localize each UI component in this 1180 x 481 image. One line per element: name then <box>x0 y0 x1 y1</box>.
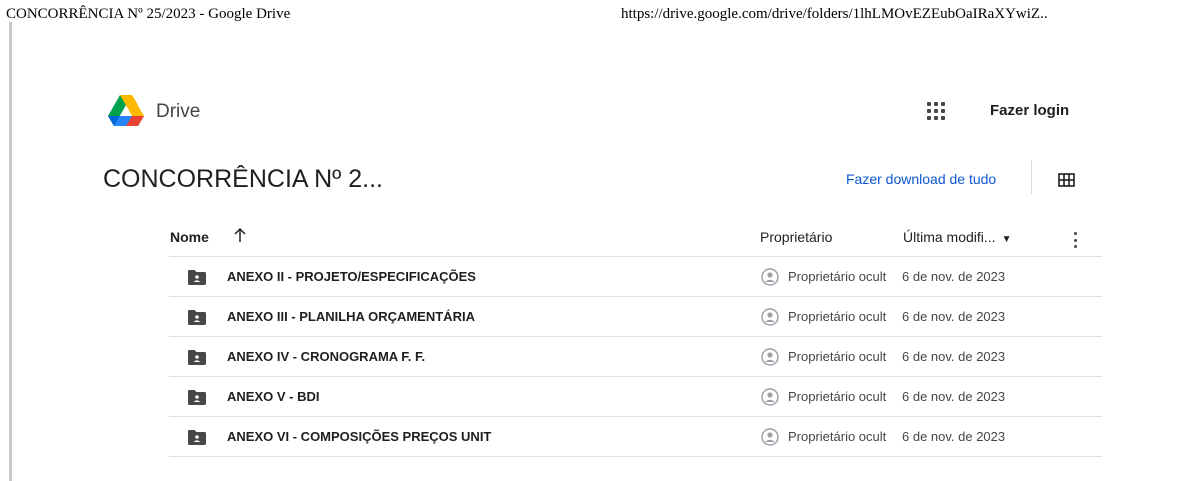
owner-text: Proprietário ocult <box>788 389 887 404</box>
column-header-name[interactable]: Nome <box>170 229 209 245</box>
grid-view-icon[interactable] <box>1058 173 1075 187</box>
avatar-icon <box>761 388 779 406</box>
left-margin-rule <box>9 22 12 481</box>
shared-folder-icon <box>188 270 206 285</box>
owner-text: Proprietário ocult <box>788 309 887 324</box>
download-all-button[interactable]: Fazer download de tudo <box>846 171 996 187</box>
avatar-icon <box>761 428 779 446</box>
column-header-owner[interactable]: Proprietário <box>760 229 832 245</box>
table-row[interactable]: ANEXO IV - CRONOGRAMA F. F. Proprietário… <box>169 337 1102 377</box>
more-options-icon[interactable] <box>1068 232 1082 248</box>
print-header: CONCORRÊNCIA Nº 25/2023 - Google Drive h… <box>0 6 1180 28</box>
table-row[interactable]: ANEXO II - PROJETO/ESPECIFICAÇÕES Propri… <box>169 257 1102 297</box>
file-name: ANEXO V - BDI <box>227 389 320 404</box>
file-name: ANEXO II - PROJETO/ESPECIFICAÇÕES <box>227 269 476 284</box>
modified-date: 6 de nov. de 2023 <box>902 269 1006 284</box>
toolbar-divider <box>1031 160 1032 194</box>
shared-folder-icon <box>188 310 206 325</box>
folder-title: CONCORRÊNCIA Nº 2... <box>103 165 384 193</box>
owner-text: Proprietário ocult <box>788 349 887 364</box>
file-name: ANEXO III - PLANILHA ORÇAMENTÁRIA <box>227 309 475 324</box>
owner-text: Proprietário ocult <box>788 429 887 444</box>
shared-folder-icon <box>188 390 206 405</box>
shared-folder-icon <box>188 430 206 445</box>
drive-logo-icon[interactable] <box>108 95 144 127</box>
modified-date: 6 de nov. de 2023 <box>902 389 1006 404</box>
modified-date: 6 de nov. de 2023 <box>902 429 1006 444</box>
print-page-url: https://drive.google.com/drive/folders/1… <box>621 6 1048 22</box>
table-row[interactable]: ANEXO V - BDI Proprietário ocult 6 de no… <box>169 377 1102 417</box>
sort-ascending-icon[interactable] <box>233 227 247 243</box>
file-name: ANEXO VI - COMPOSIÇÕES PREÇOS UNIT <box>227 429 492 444</box>
file-name: ANEXO IV - CRONOGRAMA F. F. <box>227 349 426 364</box>
print-page-title: CONCORRÊNCIA Nº 25/2023 - Google Drive <box>6 6 291 22</box>
login-button[interactable]: Fazer login <box>990 102 1069 119</box>
avatar-icon <box>761 308 779 326</box>
table-row[interactable]: ANEXO III - PLANILHA ORÇAMENTÁRIA Propri… <box>169 297 1102 337</box>
file-list: ANEXO II - PROJETO/ESPECIFICAÇÕES Propri… <box>169 256 1102 457</box>
modified-date: 6 de nov. de 2023 <box>902 309 1006 324</box>
modified-date: 6 de nov. de 2023 <box>902 349 1006 364</box>
column-header-modified-label: Última modifi... <box>903 229 996 245</box>
owner-text: Proprietário ocult <box>788 269 887 284</box>
shared-folder-icon <box>188 350 206 365</box>
avatar-icon <box>761 268 779 286</box>
table-row[interactable]: ANEXO VI - COMPOSIÇÕES PREÇOS UNIT Propr… <box>169 417 1102 457</box>
avatar-icon <box>761 348 779 366</box>
drive-app-name: Drive <box>156 101 201 122</box>
caret-down-icon: ▼ <box>1001 234 1012 245</box>
column-header-modified[interactable]: Última modifi... ▼ <box>903 229 1011 245</box>
apps-grid-icon[interactable] <box>927 102 945 120</box>
